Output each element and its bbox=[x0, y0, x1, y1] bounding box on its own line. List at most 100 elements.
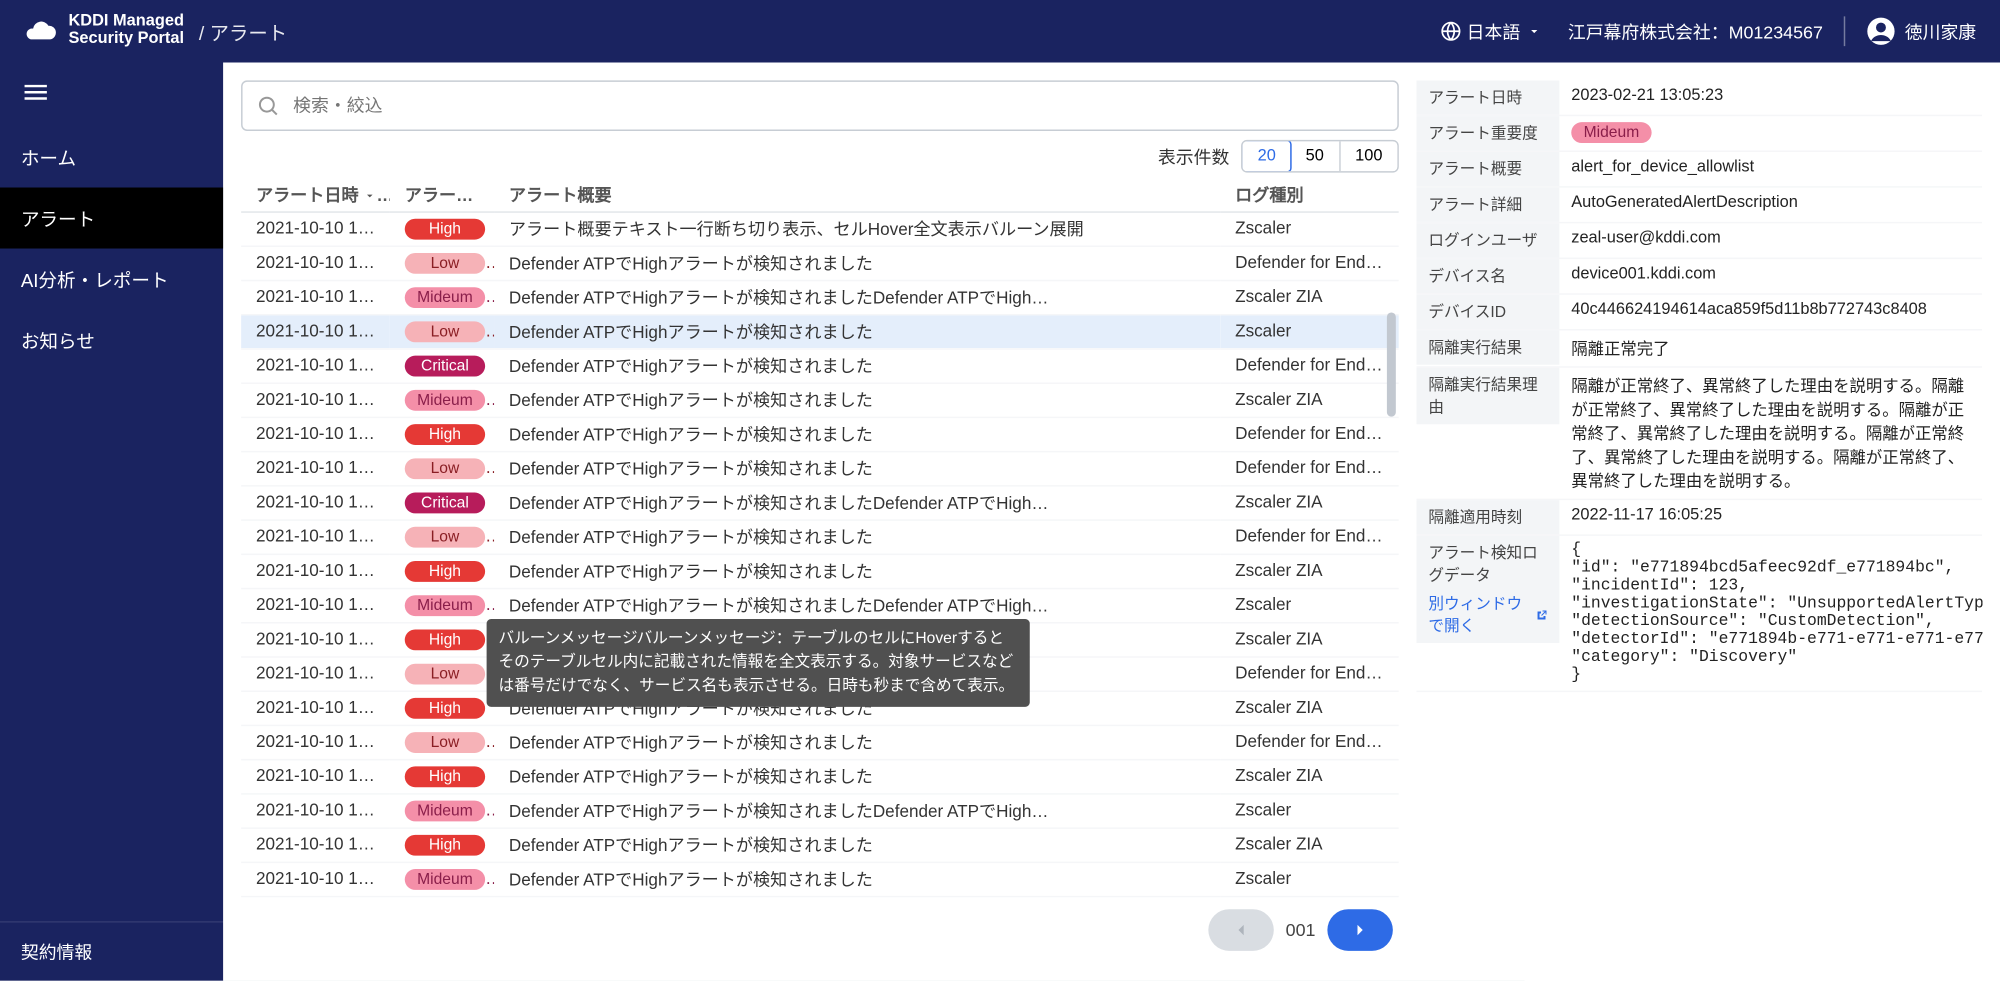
cell-severity: Low bbox=[390, 452, 494, 486]
cell-datetime: 2021-10-10 10:10:00 bbox=[241, 417, 390, 451]
cell-severity: High bbox=[390, 828, 494, 862]
pager: 001 bbox=[241, 897, 1399, 962]
sidebar-item-1[interactable]: アラート bbox=[0, 187, 223, 248]
sidebar-item-2[interactable]: AI分析・レポート bbox=[0, 249, 223, 310]
detail-key: 隔離実行結果理由 bbox=[1417, 368, 1560, 425]
severity-badge: High bbox=[405, 835, 485, 856]
pagesize-option-20[interactable]: 20 bbox=[1241, 140, 1292, 173]
search-input[interactable] bbox=[241, 80, 1399, 131]
pagesize-option-100[interactable]: 100 bbox=[1340, 141, 1397, 171]
col-logtype[interactable]: ログ種別 bbox=[1220, 179, 1399, 212]
scrollbar-thumb[interactable] bbox=[1387, 312, 1396, 416]
brand-cloud-icon bbox=[24, 15, 57, 48]
cell-datetime: 2021-10-10 10:10:00 bbox=[241, 281, 390, 315]
cell-severity: Mideum bbox=[390, 794, 494, 828]
detail-value: alert_for_device_allowlist bbox=[1560, 152, 1983, 182]
cell-severity: Critical bbox=[390, 486, 494, 520]
cell-logtype: Zscaler ZIA bbox=[1220, 281, 1399, 315]
cell-datetime: 2021-10-10 10:10:00 bbox=[241, 725, 390, 759]
search-icon bbox=[256, 94, 280, 118]
sidebar-item-0[interactable]: ホーム bbox=[0, 126, 223, 187]
breadcrumb: / アラート bbox=[199, 17, 287, 45]
table-row[interactable]: 2021-10-10 10:10:00LowDefender ATPでHighア… bbox=[241, 315, 1399, 349]
detail-key: ログインユーザ bbox=[1417, 223, 1560, 257]
cell-summary: Defender ATPでHighアラートが検知されました bbox=[494, 520, 1220, 554]
detail-row: アラート詳細AutoGeneratedAlertDescription bbox=[1417, 187, 1982, 223]
col-summary[interactable]: アラート概要 bbox=[494, 179, 1220, 212]
chevron-left-icon bbox=[1231, 920, 1252, 941]
brand-text: KDDI Managed Security Portal bbox=[68, 14, 184, 48]
table-row[interactable]: 2021-10-10 10:10:00MideumDefender ATPでHi… bbox=[241, 794, 1399, 828]
cell-datetime: 2021-10-10 10:10:00 bbox=[241, 349, 390, 383]
table-row[interactable]: 2021-10-10 10:10:00HighDefender ATPでHigh… bbox=[241, 828, 1399, 862]
table-row[interactable]: 2021-10-10 10:10:00LowDefender ATPでHighア… bbox=[241, 246, 1399, 280]
page-next-button[interactable] bbox=[1327, 909, 1392, 951]
cell-severity: Low bbox=[390, 725, 494, 759]
table-row[interactable]: 2021-10-10 10:10:00 High Defender ATPでHigh… bbox=[241, 417, 1399, 451]
detail-key: アラート概要 bbox=[1417, 152, 1560, 186]
cell-severity: Low bbox=[390, 657, 494, 691]
user-avatar-icon bbox=[1866, 16, 1896, 46]
cell-summary: Defender ATPでHighアラートが検知されました bbox=[494, 760, 1220, 794]
severity-badge: Critical bbox=[405, 493, 485, 514]
user-menu[interactable]: 徳川家康 bbox=[1866, 16, 1976, 46]
table-row[interactable]: 2021-10-10 10:10:00MideumDefender ATPでHi… bbox=[241, 862, 1399, 896]
cell-logtype: Defender for Endpoint bbox=[1220, 246, 1399, 280]
col-severity[interactable]: アラート重要度 bbox=[390, 179, 494, 212]
cell-severity: High bbox=[390, 417, 494, 451]
cell-severity: Mideum bbox=[390, 383, 494, 417]
cell-severity: Mideum bbox=[390, 862, 494, 896]
table-row[interactable]: 2021-10-10 10:10:00CriticalDefender ATPで… bbox=[241, 486, 1399, 520]
table-row[interactable]: 2021-10-10 10:10:00MideumDefender ATPでHi… bbox=[241, 383, 1399, 417]
table-row[interactable]: 2021-10-10 10:10:00LowDefender ATPでHighア… bbox=[241, 520, 1399, 554]
cell-datetime: 2021-10-10 10:10:00 bbox=[241, 452, 390, 486]
cell-severity: High bbox=[390, 554, 494, 588]
table-row[interactable]: 2021-10-10 10:10:00HighDefender ATPでHigh… bbox=[241, 554, 1399, 588]
detail-row: アラート日時2023-02-21 13:05:23 bbox=[1417, 80, 1982, 116]
detail-key: アラート検知ログデータ別ウィンドウで開く bbox=[1417, 536, 1560, 643]
cell-summary: Defender ATPでHighアラートが検知されました bbox=[494, 828, 1220, 862]
table-row[interactable]: 2021-10-10 10:10:00MideumDefender ATPでHi… bbox=[241, 589, 1399, 623]
table-row[interactable]: 2021-10-10 10:10:00 Critical Defender ATPで… bbox=[241, 349, 1399, 383]
brand-line1: KDDI Managed bbox=[68, 14, 184, 31]
page-prev-button[interactable] bbox=[1208, 909, 1273, 951]
detail-value: { "id": "e771894bcd5afeec92df_e771894bc"… bbox=[1560, 536, 1983, 691]
col-datetime[interactable]: アラート日時 bbox=[241, 179, 390, 212]
cell-datetime: 2021-10-10 10:10:00 bbox=[241, 589, 390, 623]
detail-row: ログインユーザzeal-user@kddi.com bbox=[1417, 223, 1982, 259]
cell-datetime: 2021-10-10 10:10:00 bbox=[241, 383, 390, 417]
table-row[interactable]: 2021-10-10 10:10:00LowDefender ATPでHighア… bbox=[241, 452, 1399, 486]
alert-table-wrap: アラート日時 アラート重要度 アラート概要 ログ種別 2021-10-10 10… bbox=[241, 179, 1399, 898]
detail-key: デバイス名 bbox=[1417, 259, 1560, 293]
cell-severity: Mideum bbox=[390, 281, 494, 315]
sidebar-item-3[interactable]: お知らせ bbox=[0, 310, 223, 371]
cell-datetime: 2021-10-10 10:10:00 bbox=[241, 760, 390, 794]
table-row[interactable]: 2021-10-10 10:10:00Highアラート概要テキスト一行断ち切り表… bbox=[241, 212, 1399, 246]
brand: KDDI Managed Security Portal bbox=[24, 14, 184, 48]
severity-badge: Critical bbox=[405, 356, 485, 377]
severity-badge: High bbox=[405, 424, 485, 445]
cell-logtype: Zscaler bbox=[1220, 862, 1399, 896]
cell-logtype: Defender for Endpoint bbox=[1220, 725, 1399, 759]
cell-logtype: Zscaler bbox=[1220, 589, 1399, 623]
detail-value: zeal-user@kddi.com bbox=[1560, 223, 1983, 253]
table-row[interactable]: 2021-10-10 10:10:00MideumDefender ATPでHi… bbox=[241, 281, 1399, 315]
sidebar-footer-contract[interactable]: 契約情報 bbox=[0, 921, 223, 981]
cell-datetime: 2021-10-10 10:10:00 bbox=[241, 246, 390, 280]
cell-logtype: Zscaler bbox=[1220, 794, 1399, 828]
menu-toggle[interactable] bbox=[0, 62, 223, 126]
pagesize-option-50[interactable]: 50 bbox=[1291, 141, 1340, 171]
detail-row: デバイス名device001.kddi.com bbox=[1417, 259, 1982, 295]
severity-badge: High bbox=[405, 219, 485, 240]
cell-summary: Defender ATPでHighアラートが検知されました bbox=[494, 417, 1220, 451]
cell-summary: Defender ATPでHighアラートが検知されました bbox=[494, 349, 1220, 383]
cell-summary: Defender ATPでHighアラートが検知されました bbox=[494, 862, 1220, 896]
language-selector[interactable]: 日本語 bbox=[1440, 19, 1541, 44]
severity-badge: High bbox=[405, 766, 485, 787]
open-new-window-link[interactable]: 別ウィンドウで開く bbox=[1429, 592, 1548, 637]
table-row[interactable]: 2021-10-10 10:10:00 High Defender ATPでHigh… bbox=[241, 760, 1399, 794]
cell-summary: Defender ATPでHighアラートが検知されました bbox=[494, 246, 1220, 280]
severity-badge: Mideum bbox=[405, 390, 485, 411]
table-row[interactable]: 2021-10-10 10:10:00LowDefender ATPでHighア… bbox=[241, 725, 1399, 759]
cell-logtype: Defender for Endpoint bbox=[1220, 349, 1399, 383]
